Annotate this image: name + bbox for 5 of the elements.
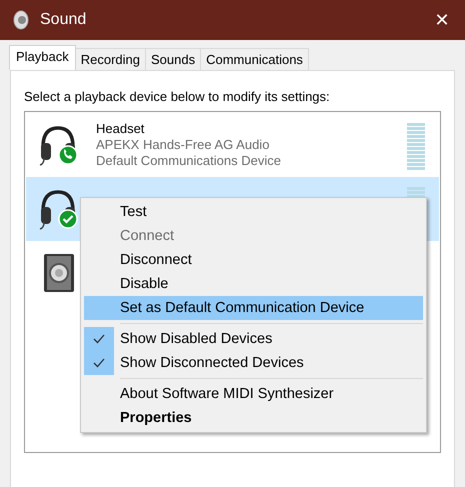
instruction-text: Select a playback device below to modify its settings:	[24, 89, 330, 104]
window-title: Sound	[40, 11, 88, 29]
device-description: APEKX Hands-Free AG Audio	[96, 137, 270, 152]
device-status: Default Communications Device	[96, 153, 282, 168]
device-name: Headset	[96, 121, 146, 136]
